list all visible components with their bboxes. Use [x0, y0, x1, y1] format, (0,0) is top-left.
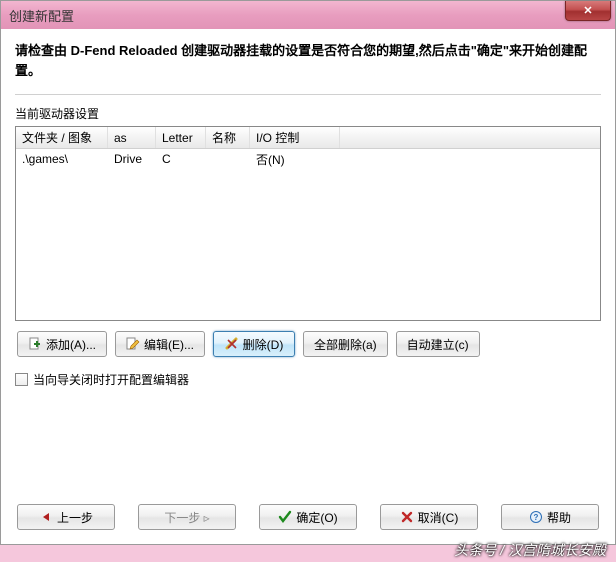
add-label: 添加(A)...	[46, 336, 96, 353]
checkbox-label: 当向导关闭时打开配置编辑器	[33, 371, 189, 388]
delete-all-label: 全部删除(a)	[314, 336, 377, 353]
cell-letter: C	[156, 152, 206, 166]
drive-table: 文件夹 / 图象 as Letter 名称 I/O 控制 .\games\ Dr…	[15, 126, 601, 321]
cell-folder: .\games\	[16, 152, 108, 166]
th-io[interactable]: I/O 控制	[250, 127, 340, 148]
edit-button[interactable]: 编辑(E)...	[115, 331, 205, 357]
titlebar: 创建新配置 ✕	[1, 1, 615, 29]
edit-label: 编辑(E)...	[144, 336, 194, 353]
help-icon: ?	[529, 510, 543, 524]
ok-label: 确定(O)	[296, 509, 337, 526]
delete-icon	[225, 337, 239, 351]
cell-io: 否(N)	[250, 151, 340, 168]
cancel-label: 取消(C)	[418, 509, 459, 526]
separator	[15, 94, 601, 95]
ok-button[interactable]: 确定(O)	[259, 504, 357, 530]
section-label: 当前驱动器设置	[15, 105, 601, 122]
add-button[interactable]: 添加(A)...	[17, 331, 107, 357]
wizard-footer: 上一步 下一步 ▹ 确定(O) 取消(C) ? 帮助	[15, 504, 601, 534]
dialog-window: 创建新配置 ✕ 请检查由 D-Fend Reloaded 创建驱动器挂载的设置是…	[0, 0, 616, 545]
close-icon: ✕	[583, 4, 592, 17]
help-label: 帮助	[547, 509, 571, 526]
document-add-icon	[28, 337, 42, 351]
table-header-row: 文件夹 / 图象 as Letter 名称 I/O 控制	[16, 127, 600, 149]
table-toolbar: 添加(A)... 编辑(E)... 删除(D) 全部删除(a) 自动建立(c)	[15, 331, 601, 357]
table-row[interactable]: .\games\ Drive C 否(N)	[16, 149, 600, 169]
prev-button[interactable]: 上一步	[17, 504, 115, 530]
th-folder[interactable]: 文件夹 / 图象	[16, 127, 108, 148]
auto-create-label: 自动建立(c)	[407, 336, 469, 353]
svg-text:?: ?	[534, 513, 539, 522]
delete-button[interactable]: 删除(D)	[213, 331, 295, 357]
prev-label: 上一步	[57, 509, 93, 526]
delete-label: 删除(D)	[243, 336, 284, 353]
spacer	[15, 388, 601, 504]
next-button[interactable]: 下一步 ▹	[138, 504, 236, 530]
check-icon	[278, 510, 292, 524]
auto-create-button[interactable]: 自动建立(c)	[396, 331, 480, 357]
window-title: 创建新配置	[9, 6, 74, 25]
watermark: 头条号 / 汉宫隋城长安殿	[454, 540, 606, 560]
open-editor-checkbox-row[interactable]: 当向导关闭时打开配置编辑器	[15, 371, 601, 388]
th-name[interactable]: 名称	[206, 127, 250, 148]
arrow-left-icon	[39, 510, 53, 524]
cross-icon	[400, 510, 414, 524]
edit-icon	[126, 337, 140, 351]
th-letter[interactable]: Letter	[156, 127, 206, 148]
delete-all-button[interactable]: 全部删除(a)	[303, 331, 388, 357]
dialog-body: 请检查由 D-Fend Reloaded 创建驱动器挂载的设置是否符合您的期望,…	[1, 29, 615, 544]
next-label: 下一步 ▹	[164, 509, 209, 526]
cancel-button[interactable]: 取消(C)	[380, 504, 478, 530]
help-button[interactable]: ? 帮助	[501, 504, 599, 530]
th-as[interactable]: as	[108, 127, 156, 148]
close-button[interactable]: ✕	[565, 1, 611, 21]
instruction-text: 请检查由 D-Fend Reloaded 创建驱动器挂载的设置是否符合您的期望,…	[15, 41, 601, 80]
checkbox-icon[interactable]	[15, 373, 28, 386]
cell-as: Drive	[108, 152, 156, 166]
